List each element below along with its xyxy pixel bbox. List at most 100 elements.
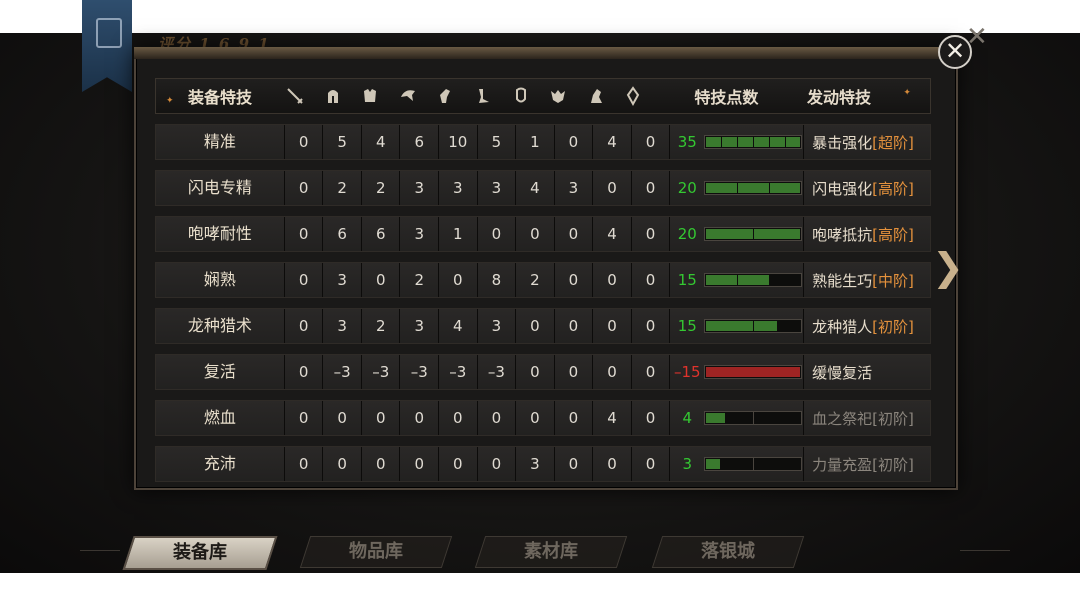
- slot-value: 0: [285, 125, 324, 159]
- slot-value: 0: [323, 447, 362, 481]
- slot-value: 10: [439, 125, 478, 159]
- tab-1[interactable]: 物品库: [299, 536, 453, 568]
- skill-action: 闪电强化[高阶]: [804, 178, 930, 199]
- slot-value: 2: [516, 263, 555, 297]
- slot-value: 2: [400, 263, 440, 297]
- slot-value: 8: [478, 263, 517, 297]
- slot-value: 0: [632, 263, 671, 297]
- slot-value: 2: [362, 171, 401, 205]
- bar-segment-divider: [753, 228, 755, 240]
- bar-segment-divider: [737, 136, 739, 148]
- close-button[interactable]: ✕: [938, 35, 972, 69]
- slot-value: 3: [439, 171, 478, 205]
- points-bar-fill: [706, 321, 778, 331]
- slot-value: 1: [516, 125, 555, 159]
- skill-action: 血之祭祀[初阶]: [804, 408, 930, 429]
- slot-value: 3: [400, 309, 440, 343]
- bar-segment-divider: [721, 136, 723, 148]
- slot-value: 0: [593, 309, 632, 343]
- slot-value: 0: [516, 309, 555, 343]
- tab-label: 落银城: [701, 541, 755, 562]
- skill-row[interactable]: 娴熟 0 3 0 2 0 8 2 0 0 0 15 熟能生巧[中阶]: [155, 262, 931, 298]
- slot-value: 3: [516, 447, 555, 481]
- skill-row[interactable]: 精准 0 5 4 6 10 5 1 0 4 0 35 暴击强化[超阶]: [155, 124, 931, 160]
- slot-value: 3: [323, 309, 362, 343]
- skill-action: 熟能生巧[中阶]: [804, 270, 930, 291]
- slot-value: 0: [632, 217, 671, 251]
- slot-value: 0: [555, 263, 594, 297]
- skill-action: 咆哮抵抗[高阶]: [804, 224, 930, 245]
- points-number: 20: [677, 179, 697, 197]
- slot-value: 3: [478, 171, 517, 205]
- skill-name: 充沛: [156, 447, 285, 481]
- shoulder-icon: [397, 85, 435, 107]
- slot-value: 4: [593, 125, 632, 159]
- skill-row[interactable]: 闪电专精 0 2 2 3 3 3 4 3 0 0 20 闪电强化[高阶]: [155, 170, 931, 206]
- skill-row[interactable]: 复活 0 –3 –3 –3 –3 –3 0 0 0 0 –15 缓慢复活: [155, 354, 931, 390]
- slot-value: 0: [362, 263, 401, 297]
- slot-value: 0: [593, 355, 632, 389]
- table-header: ✦ 装备特技 特技点数 发动特技 ✦: [155, 78, 931, 114]
- slot-value: 0: [439, 263, 478, 297]
- skill-name: 闪电专精: [156, 171, 285, 205]
- action-tier: [初阶]: [872, 455, 914, 474]
- slot-value: 1: [439, 217, 478, 251]
- points-bar: [704, 273, 803, 287]
- slot-value: 0: [516, 401, 555, 435]
- skill-name: 咆哮耐性: [156, 217, 285, 251]
- points-number: –15: [674, 363, 701, 381]
- skill-row[interactable]: 龙种猎术 0 3 2 3 4 3 0 0 0 0 15 龙种猎人[初阶]: [155, 308, 931, 344]
- slot-value: 0: [400, 447, 440, 481]
- action-name: 龙种猎人: [812, 317, 873, 336]
- action-tier: [高阶]: [872, 179, 914, 198]
- slot-value: 0: [439, 401, 478, 435]
- skill-row[interactable]: 燃血 0 0 0 0 0 0 0 0 4 0 4 血之祭祀[初阶]: [155, 400, 931, 436]
- slot-value: 3: [400, 217, 440, 251]
- slot-value: 0: [555, 355, 594, 389]
- tab-divider: [80, 550, 120, 551]
- header-action-label: 发动特技: [806, 88, 871, 107]
- slot-value: 0: [285, 171, 324, 205]
- slot-value: 0: [478, 401, 517, 435]
- skill-row[interactable]: 咆哮耐性 0 6 6 3 1 0 0 0 4 0 20 咆哮抵抗[高阶]: [155, 216, 931, 252]
- points-bar: [704, 365, 803, 379]
- tab-2[interactable]: 素材库: [474, 536, 628, 568]
- slot-value: 0: [400, 401, 440, 435]
- slot-value: 0: [516, 355, 555, 389]
- points-bar: [704, 457, 803, 471]
- slot-value: 0: [632, 401, 671, 435]
- action-tier: [初阶]: [872, 409, 914, 428]
- slot-value: –3: [362, 355, 401, 389]
- slot-value: 0: [632, 171, 671, 205]
- bar-segment-divider: [769, 182, 771, 194]
- slot-value: –3: [478, 355, 517, 389]
- skill-row[interactable]: 充沛 0 0 0 0 0 0 3 0 0 0 3 力量充盈[初阶]: [155, 446, 931, 482]
- slot-value: 0: [362, 401, 401, 435]
- slot-value: 0: [555, 217, 594, 251]
- slot-value: 0: [555, 401, 594, 435]
- action-name: 暴击强化: [812, 133, 873, 152]
- slot-value: 0: [516, 217, 555, 251]
- tab-3[interactable]: 落银城: [651, 536, 805, 568]
- tab-0[interactable]: 装备库: [122, 536, 278, 570]
- skill-action: 力量充盈[初阶]: [804, 454, 930, 475]
- points-bar-fill: [706, 183, 801, 193]
- tab-label: 素材库: [524, 541, 578, 562]
- action-name: 闪电强化: [812, 179, 873, 198]
- slot-value: –3: [323, 355, 362, 389]
- slot-value: 0: [285, 355, 324, 389]
- slot-value: 0: [285, 401, 324, 435]
- next-page-arrow[interactable]: ❯: [932, 248, 964, 286]
- points-number: 35: [677, 133, 697, 151]
- tab-divider: [960, 550, 1010, 551]
- bar-segment-divider: [769, 136, 771, 148]
- slot-value: –3: [439, 355, 478, 389]
- slot-value: 2: [362, 309, 401, 343]
- skill-points: 15: [670, 309, 805, 343]
- slot-value: 0: [285, 217, 324, 251]
- slot-value: 5: [478, 125, 517, 159]
- ring-icon: [622, 85, 660, 107]
- slot-value: 0: [632, 309, 671, 343]
- slot-value: 4: [593, 401, 632, 435]
- slot-value: 0: [632, 447, 671, 481]
